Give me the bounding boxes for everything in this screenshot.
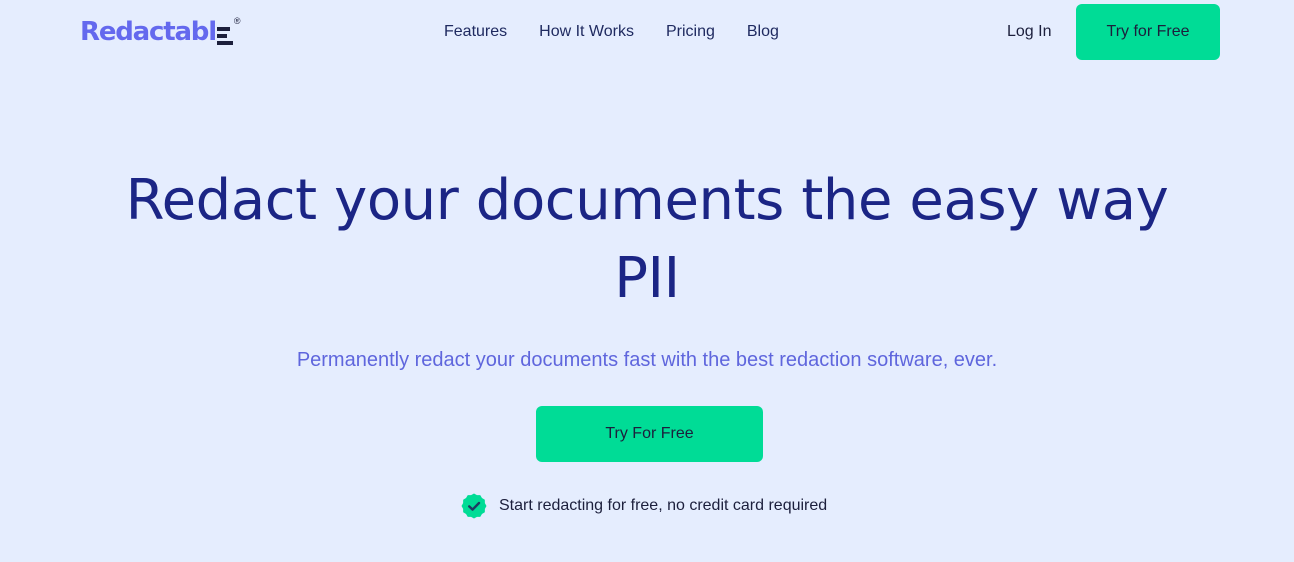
registered-mark: ® [233, 16, 241, 26]
nav-link-features[interactable]: Features [444, 22, 507, 42]
logo-wordmark: Redactabl [80, 17, 217, 47]
logo[interactable]: Redactabl ® [80, 16, 241, 48]
hero-subtitle: Permanently redact your documents fast w… [296, 349, 998, 371]
site-header: Redactabl ® Features How It Works Pricin… [0, 0, 1294, 64]
no-credit-card-text: Start redacting for free, no credit card… [499, 497, 828, 514]
logo-bars-icon [216, 27, 234, 45]
main-nav: Features How It Works Pricing Blog [444, 22, 811, 42]
no-credit-card-note: Start redacting for free, no credit card… [461, 493, 827, 519]
login-link[interactable]: Log In [1007, 22, 1051, 42]
nav-link-how-it-works[interactable]: How It Works [539, 22, 634, 42]
hero-try-free-button[interactable]: Try For Free [536, 406, 763, 462]
hero-title: Redact your documents the easy way PII [0, 162, 1294, 318]
nav-link-pricing[interactable]: Pricing [666, 22, 715, 42]
hero-title-line: Redact your documents the easy way [125, 168, 1169, 233]
header-try-free-button[interactable]: Try for Free [1076, 4, 1220, 60]
nav-link-blog[interactable]: Blog [747, 22, 779, 42]
hero-title-rotating-word: PII [614, 246, 680, 311]
verified-badge-icon [461, 493, 487, 519]
